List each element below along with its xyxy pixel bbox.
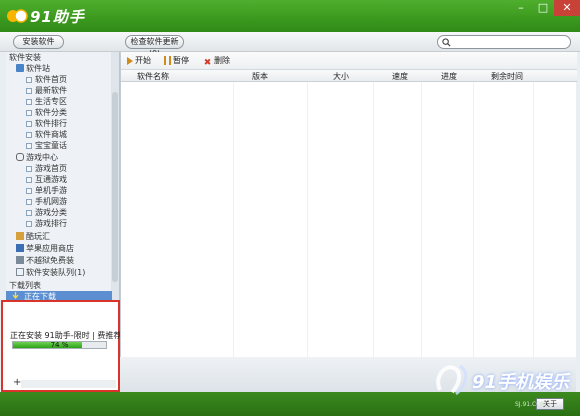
- pause-button[interactable]: 暂停: [164, 55, 189, 66]
- sidebar-item-app-store[interactable]: 苹果应用商店: [16, 243, 74, 254]
- sidebar: 软件安装 软件站 软件首页 最新软件 生活专区 软件分类 软件排行 软件商城 宝…: [6, 52, 120, 300]
- minimize-icon[interactable]: –: [510, 0, 532, 16]
- bullet-icon: [26, 99, 32, 105]
- bullet-icon: [26, 77, 32, 83]
- list-toolbar: 开始 暂停 ✖ 删除: [121, 52, 577, 70]
- sidebar-item-install-queue[interactable]: 软件安装队列(1): [16, 267, 85, 278]
- column-header-name[interactable]: 软件名称: [137, 71, 169, 82]
- download-list-panel: 开始 暂停 ✖ 删除 软件名称 版本 大小 速度 进度 剩余时间: [120, 52, 577, 357]
- column-header-progress[interactable]: 进度: [441, 71, 457, 82]
- bullet-icon: [26, 166, 32, 172]
- install-progress-bar: 74 %: [12, 341, 107, 349]
- sidebar-item-life[interactable]: 生活专区: [26, 96, 67, 107]
- pause-icon: [164, 56, 171, 65]
- sidebar-item-software-home[interactable]: 软件首页: [26, 74, 67, 85]
- panel-hscrollbar[interactable]: [21, 380, 116, 388]
- sidebar-item-game-home[interactable]: 游戏首页: [26, 163, 67, 174]
- sidebar-item-software-mall[interactable]: 软件商城: [26, 129, 67, 140]
- bullet-icon: [26, 110, 32, 116]
- sidebar-item-kuwanhui[interactable]: 酷玩汇: [16, 231, 50, 242]
- app-logo-icon: [7, 9, 28, 23]
- watermark: 91手机娱乐: [430, 358, 570, 402]
- column-divider: [307, 82, 308, 357]
- sidebar-scrollbar[interactable]: [111, 52, 119, 300]
- bullet-icon: [26, 188, 32, 194]
- watermark-logo-icon: [436, 364, 468, 396]
- sidebar-item-software-store[interactable]: 软件站: [16, 63, 50, 74]
- bullet-icon: [26, 143, 32, 149]
- download-status-panel: 正在安装 91助手-限时 | 费推荐: 通 74 % +: [1, 300, 120, 392]
- close-icon[interactable]: ✕: [554, 0, 580, 16]
- bullet-icon: [26, 132, 32, 138]
- start-button[interactable]: 开始: [127, 55, 151, 66]
- gamepad-icon: [16, 153, 24, 161]
- title-bar: 91助手 – □ ✕: [0, 0, 580, 32]
- sidebar-item-game-rank[interactable]: 游戏排行: [26, 218, 67, 229]
- sidebar-item-software-category[interactable]: 软件分类: [26, 107, 67, 118]
- bullet-icon: [26, 121, 32, 127]
- sidebar-item-interop-games[interactable]: 互通游戏: [26, 174, 67, 185]
- column-divider: [533, 82, 534, 357]
- watermark-text: 91手机娱乐: [472, 372, 570, 393]
- maximize-icon[interactable]: □: [532, 0, 554, 16]
- column-divider: [473, 82, 474, 357]
- app-title: 91助手: [30, 8, 85, 26]
- check-updates-button[interactable]: 检查软件更新(0): [125, 35, 184, 58]
- apple-store-icon: [16, 244, 24, 252]
- bullet-icon: [26, 199, 32, 205]
- column-header-speed[interactable]: 速度: [392, 71, 408, 82]
- sidebar-item-online-games[interactable]: 手机网游: [26, 196, 67, 207]
- search-input[interactable]: [437, 35, 571, 49]
- play-icon: [127, 57, 133, 65]
- delete-button[interactable]: ✖ 删除: [203, 55, 230, 68]
- bullet-icon: [26, 88, 32, 94]
- delete-icon: ✖: [203, 58, 212, 68]
- scrollbar-thumb[interactable]: [112, 92, 118, 282]
- sidebar-item-baby-stories[interactable]: 宝宝童话: [26, 140, 67, 151]
- sidebar-item-latest-software[interactable]: 最新软件: [26, 85, 67, 96]
- free-install-icon: [16, 256, 24, 264]
- install-software-button[interactable]: 安装软件: [13, 35, 64, 49]
- store-icon: [16, 64, 24, 72]
- bullet-icon: [26, 221, 32, 227]
- bullet-icon: [26, 210, 32, 216]
- progress-label: 74 %: [50, 341, 69, 349]
- bullet-icon: [26, 177, 32, 183]
- sidebar-item-software-rank[interactable]: 软件排行: [26, 118, 67, 129]
- section-download-list: 下载列表: [9, 281, 41, 290]
- queue-icon: [16, 268, 24, 276]
- download-icon: [12, 292, 19, 300]
- section-software-install: 软件安装: [9, 53, 41, 62]
- column-header-size[interactable]: 大小: [333, 71, 349, 82]
- column-divider: [233, 82, 234, 357]
- column-header-version[interactable]: 版本: [252, 71, 268, 82]
- kuwanhui-icon: [16, 232, 24, 240]
- column-divider: [373, 82, 374, 357]
- watermark-site: SJ.91.COM: [515, 401, 547, 408]
- column-divider: [421, 82, 422, 357]
- install-status-text: 正在安装 91助手-限时 | 费推荐: 通: [10, 331, 120, 340]
- top-toolbar: 安装软件 检查软件更新(0): [0, 32, 580, 58]
- sidebar-item-single-games[interactable]: 单机手游: [26, 185, 67, 196]
- sidebar-item-no-jailbreak[interactable]: 不越狱免费装: [16, 255, 74, 266]
- column-header-remaining[interactable]: 剩余时间: [491, 71, 523, 82]
- search-icon: [442, 38, 451, 47]
- table-header: 软件名称 版本 大小 速度 进度 剩余时间: [121, 70, 577, 82]
- sidebar-item-game-category[interactable]: 游戏分类: [26, 207, 67, 218]
- sidebar-item-game-center[interactable]: 游戏中心: [16, 152, 58, 163]
